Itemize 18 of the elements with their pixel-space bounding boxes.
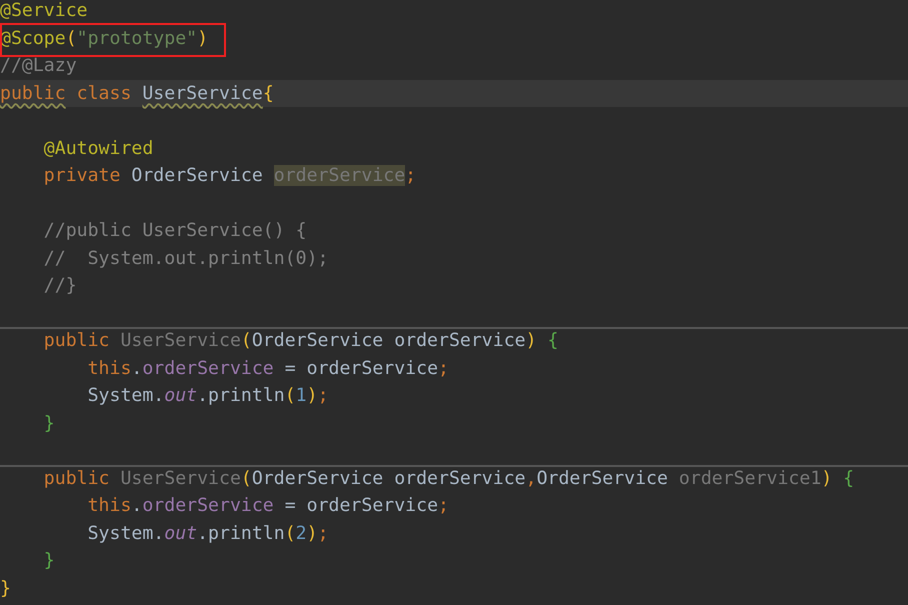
code-line: @Autowired — [42, 136, 154, 160]
code-line: //public UserService() { — [42, 219, 307, 243]
code-line: public class UserService{ — [0, 82, 274, 106]
code-line: //@Lazy — [0, 54, 77, 78]
code-line: } — [42, 549, 55, 573]
code-line: System.out.println(1); — [86, 384, 329, 408]
code-line: @Scope("prototype") — [0, 26, 208, 50]
code-line: } — [42, 412, 55, 436]
code-line: //} — [42, 274, 77, 298]
code-line: public UserService(OrderService orderService) { — [42, 329, 558, 353]
code-line: // System.out.println(0); — [42, 246, 328, 270]
code-line: } — [0, 576, 11, 600]
code-line: @Service — [0, 0, 88, 23]
code-line: private OrderService orderService; — [42, 164, 416, 188]
code-line: this.orderService = orderService; — [86, 356, 449, 380]
code-line: System.out.println(2); — [86, 522, 329, 546]
code-line: public UserService(OrderService orderService,OrderService orderService1) { — [42, 466, 854, 490]
code-line: this.orderService = orderService; — [86, 494, 449, 518]
